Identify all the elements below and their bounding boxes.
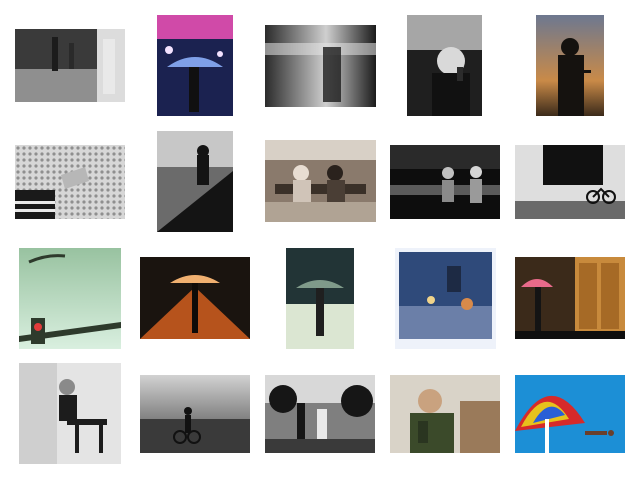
photo-rainbow-umbrella-pool xyxy=(515,375,625,453)
gallery-thumb-park-people[interactable] xyxy=(265,375,375,453)
photo-gallery-grid xyxy=(0,0,640,480)
gallery-thumb-motion-blur[interactable] xyxy=(265,25,376,107)
photo-woman-reading-bench xyxy=(19,363,121,464)
photo-sunset-silhouette xyxy=(536,15,604,116)
gallery-thumb-woman-reading-bench[interactable] xyxy=(19,363,121,464)
photo-old-woman-phone xyxy=(407,15,482,116)
photo-neon-night xyxy=(157,15,233,116)
gallery-thumb-neon-night[interactable] xyxy=(157,15,233,116)
gallery-thumb-green-jacket-phone[interactable] xyxy=(390,375,500,453)
gallery-thumb-couple-bench-dark[interactable] xyxy=(390,145,500,219)
photo-pink-umbrella-door xyxy=(515,257,625,339)
photo-cyclist xyxy=(140,375,250,453)
photo-man-on-bench xyxy=(157,131,233,232)
photo-couple-street-bench xyxy=(265,140,376,222)
gallery-thumb-blurred-bokeh[interactable] xyxy=(395,248,496,349)
photo-night-orange-umbrella xyxy=(140,257,250,339)
gallery-thumb-cyclist[interactable] xyxy=(140,375,250,453)
gallery-thumb-rainbow-umbrella-pool[interactable] xyxy=(515,375,625,453)
gallery-thumb-traffic-light[interactable] xyxy=(19,248,121,349)
photo-textured-wall-hand xyxy=(15,145,125,219)
photo-rain-teal-umbrella xyxy=(286,248,354,349)
photo-storefront-bike xyxy=(515,145,625,219)
gallery-thumb-rain-teal-umbrella[interactable] xyxy=(286,248,354,349)
gallery-thumb-man-on-bench[interactable] xyxy=(157,131,233,232)
gallery-thumb-pink-umbrella-door[interactable] xyxy=(515,257,625,339)
photo-blurred-bokeh xyxy=(395,248,496,349)
gallery-thumb-sunset-silhouette[interactable] xyxy=(536,15,604,116)
gallery-thumb-rainy-street[interactable] xyxy=(15,29,125,102)
gallery-thumb-couple-street-bench[interactable] xyxy=(265,140,376,222)
photo-traffic-light xyxy=(19,248,121,349)
gallery-thumb-textured-wall-hand[interactable] xyxy=(15,145,125,219)
gallery-thumb-old-woman-phone[interactable] xyxy=(407,15,482,116)
photo-rainy-street xyxy=(15,29,125,102)
gallery-thumb-storefront-bike[interactable] xyxy=(515,145,625,219)
photo-couple-bench-dark xyxy=(390,145,500,219)
gallery-thumb-night-orange-umbrella[interactable] xyxy=(140,257,250,339)
photo-motion-blur xyxy=(265,25,376,107)
photo-park-people xyxy=(265,375,375,453)
photo-green-jacket-phone xyxy=(390,375,500,453)
